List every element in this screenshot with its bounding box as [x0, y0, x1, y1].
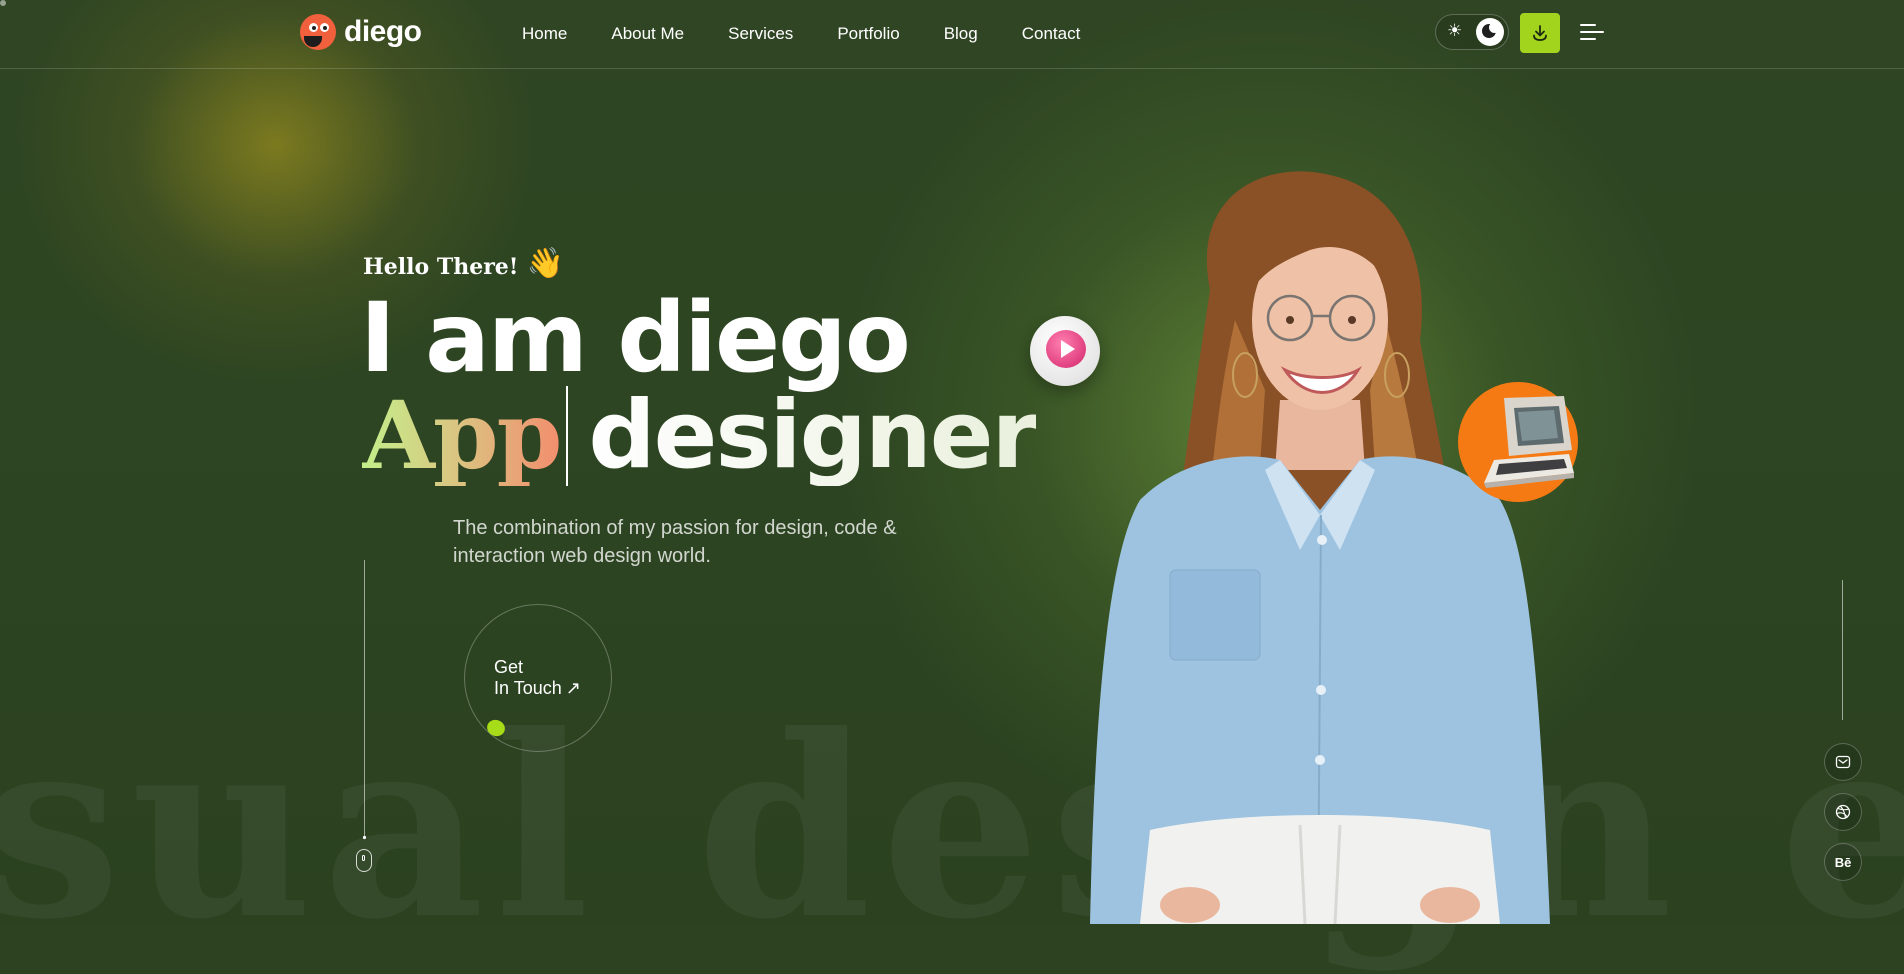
hero-portrait — [1090, 171, 1550, 924]
download-cv-button[interactable] — [1520, 13, 1560, 53]
hero-greeting: Hello There! 👋 — [363, 246, 564, 281]
hamburger-menu-icon[interactable] — [1580, 22, 1604, 42]
nav-blog[interactable]: Blog — [944, 24, 978, 44]
nav-about-me[interactable]: About Me — [611, 24, 684, 44]
theme-toggle[interactable]: ☀ — [1435, 14, 1509, 50]
logo-text: diego — [344, 15, 422, 48]
nav-services[interactable]: Services — [728, 24, 793, 44]
nav-home[interactable]: Home — [522, 24, 567, 44]
scroll-mouse-icon[interactable] — [356, 849, 372, 872]
logo-face-icon — [300, 14, 336, 50]
sun-icon: ☀ — [1447, 21, 1463, 40]
mail-icon — [1835, 755, 1851, 769]
nav-contact[interactable]: Contact — [1022, 24, 1081, 44]
social-line — [1842, 580, 1843, 720]
background-watermark-text: sual design er Vi — [0, 680, 1904, 974]
cta-label: Get In Touch ↗ — [494, 657, 581, 699]
moon-icon — [1476, 18, 1504, 46]
typing-caret — [566, 386, 569, 486]
cta-line-2: In Touch — [494, 678, 562, 698]
role-rest: designer — [588, 381, 1038, 490]
dribbble-icon — [1835, 804, 1851, 820]
dribbble-link[interactable] — [1824, 793, 1862, 831]
waving-hand-icon: 👋 — [526, 246, 564, 281]
retro-computer-badge — [1458, 382, 1578, 502]
cta-line-1: Get — [494, 657, 524, 677]
download-icon — [1533, 25, 1547, 41]
mail-link[interactable] — [1824, 743, 1862, 781]
play-video-button[interactable] — [1030, 316, 1100, 386]
site-header: diego Home About Me Services Portfolio B… — [0, 0, 1904, 69]
arrow-up-right-icon: ↗ — [565, 678, 581, 698]
behance-icon: Bē — [1834, 854, 1852, 870]
site-logo[interactable]: diego — [300, 14, 422, 50]
retro-computer-icon — [1484, 396, 1574, 488]
hero-headline: I am diego — [360, 282, 911, 394]
scroll-line — [364, 560, 365, 838]
behance-link[interactable]: Bē — [1824, 843, 1862, 881]
get-in-touch-button[interactable]: Get In Touch ↗ — [464, 604, 612, 752]
main-nav: Home About Me Services Portfolio Blog Co… — [522, 24, 1080, 44]
greeting-text: Hello There! — [363, 253, 519, 280]
role-highlight: App — [362, 381, 562, 491]
nav-portfolio[interactable]: Portfolio — [837, 24, 899, 44]
hero-role: App designer — [362, 381, 1038, 491]
hero-description: The combination of my passion for design… — [453, 517, 897, 567]
play-icon — [1046, 330, 1086, 368]
